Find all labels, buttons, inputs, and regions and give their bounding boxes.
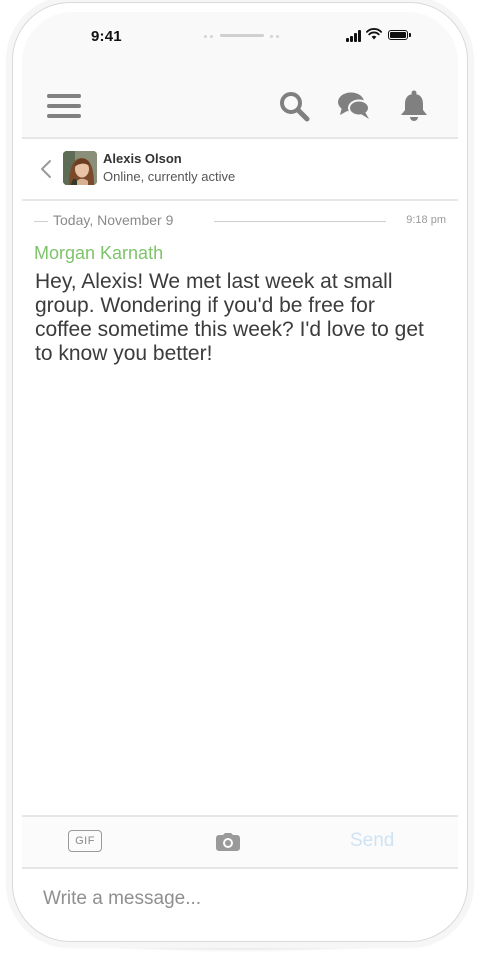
chat-bubbles-icon[interactable] — [334, 86, 374, 126]
speaker-notch — [202, 34, 282, 38]
divider-line — [214, 221, 386, 222]
message-sender[interactable]: Morgan Karnath — [34, 243, 163, 264]
send-button[interactable]: Send — [350, 830, 394, 852]
phone-frame: 9:41 Alexis Olson Online, currently acti… — [12, 2, 468, 942]
app-screen: 9:41 Alexis Olson Online, currently acti… — [22, 12, 458, 932]
message-time: 9:18 pm — [406, 214, 446, 226]
composer-toolbar: GIF Send — [22, 815, 458, 869]
cellular-signal-icon — [346, 30, 364, 42]
chat-header: Alexis Olson Online, currently active — [22, 139, 458, 201]
message-text: Hey, Alexis! We met last week at small g… — [35, 270, 424, 365]
battery-icon — [388, 30, 411, 40]
wifi-icon — [366, 27, 382, 41]
hamburger-menu-icon[interactable] — [44, 86, 84, 126]
date-divider: Today, November 9 9:18 pm — [34, 212, 446, 230]
camera-icon[interactable] — [214, 830, 242, 854]
app-header — [22, 72, 458, 139]
search-icon[interactable] — [274, 86, 314, 126]
gif-button[interactable]: GIF — [68, 830, 102, 852]
status-time: 9:41 — [91, 28, 122, 45]
bell-icon[interactable] — [394, 86, 434, 126]
contact-name[interactable]: Alexis Olson — [103, 151, 182, 166]
date-label: Today, November 9 — [53, 212, 174, 228]
status-bar: 9:41 — [22, 12, 458, 72]
contact-status: Online, currently active — [103, 169, 236, 184]
avatar[interactable] — [63, 151, 97, 185]
divider-line — [34, 221, 48, 222]
chevron-left-icon[interactable] — [36, 157, 56, 181]
message-input[interactable] — [22, 869, 458, 929]
